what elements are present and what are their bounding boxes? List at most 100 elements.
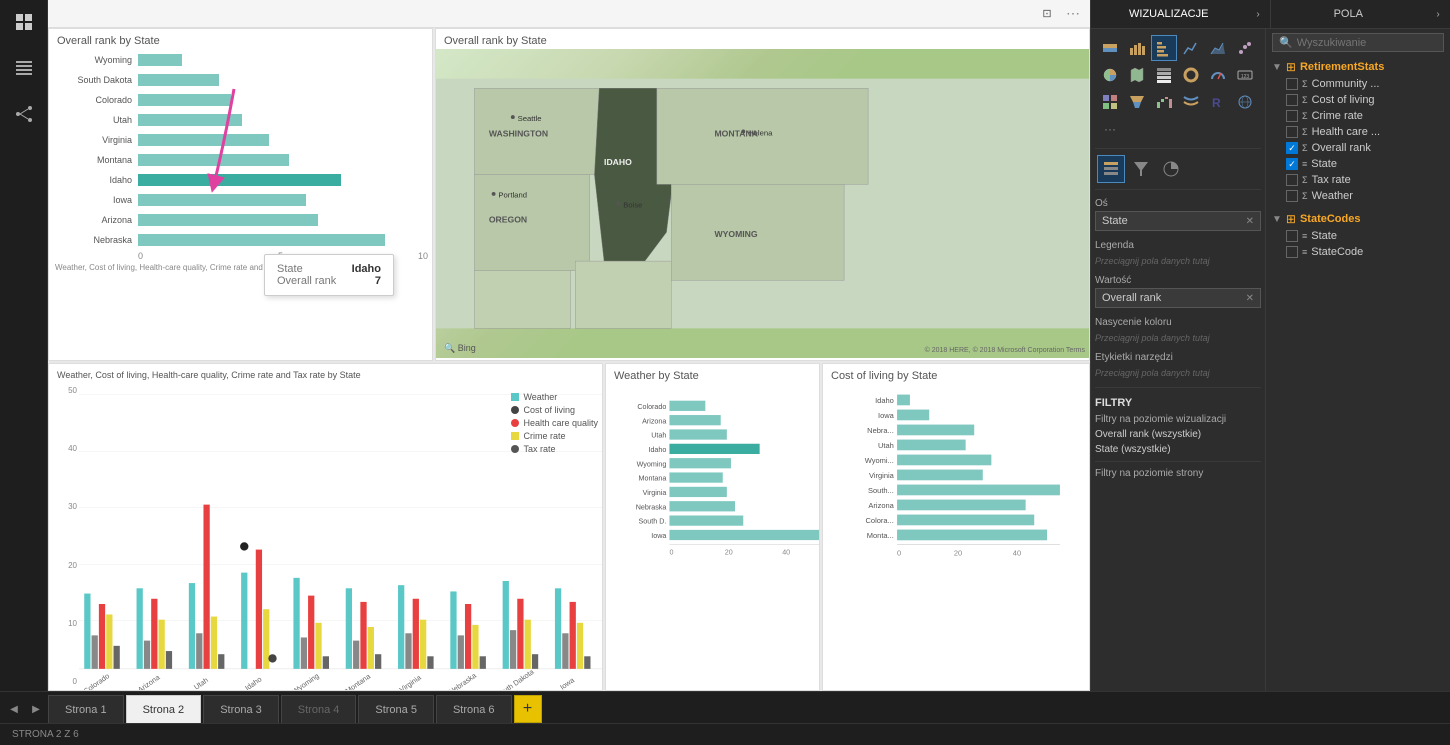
field-statecode[interactable]: ≡ StateCode	[1272, 244, 1444, 260]
field-tax-rate[interactable]: Σ Tax rate	[1272, 172, 1444, 188]
viz-icon-globe[interactable]	[1232, 89, 1258, 115]
tooltip-rank-label: Overall rank	[277, 275, 336, 287]
expand-fields-btn[interactable]: ›	[1426, 0, 1450, 28]
viz-icon-waterfall[interactable]	[1151, 89, 1177, 115]
search-input[interactable]	[1297, 37, 1437, 49]
viz-icon-card[interactable]: 123	[1232, 62, 1258, 88]
value-close-icon[interactable]: ✕	[1246, 293, 1254, 304]
checkbox-weather[interactable]	[1286, 190, 1298, 202]
tab-nav-left[interactable]: ◀	[4, 695, 24, 723]
viz-icon-scatter[interactable]	[1232, 35, 1258, 61]
checkbox-state-ret[interactable]: ✓	[1286, 158, 1298, 170]
report-icon[interactable]	[10, 8, 38, 36]
axis-section: Oś State ✕	[1095, 194, 1261, 236]
maximize-icon[interactable]: ⊡	[1038, 5, 1056, 23]
viz-icon-hbar-active[interactable]	[1151, 35, 1177, 61]
field-crime-rate[interactable]: Σ Crime rate	[1272, 108, 1444, 124]
field-weather[interactable]: Σ Weather	[1272, 188, 1444, 204]
viz-icon-donut[interactable]	[1178, 62, 1204, 88]
field-label-health: Health care ...	[1312, 126, 1380, 138]
tab-pola[interactable]: POLA	[1271, 0, 1427, 28]
color-label: Nasycenie koloru	[1095, 315, 1261, 330]
svg-text:Iowa: Iowa	[878, 411, 895, 420]
table-icon-sc: ⊞	[1286, 212, 1296, 226]
viz-icon-gauge[interactable]	[1205, 62, 1231, 88]
more-options-icon[interactable]: ⋯	[1064, 5, 1082, 23]
tab-strona3[interactable]: Strona 3	[203, 695, 279, 723]
axis-dropdown[interactable]: State ✕	[1095, 211, 1261, 231]
field-search-box[interactable]: 🔍	[1272, 33, 1444, 52]
field-group-retirement-header[interactable]: ▼ ⊞ RetirementStats	[1272, 58, 1444, 76]
svg-text:South...: South...	[868, 486, 894, 495]
viz-icon-line[interactable]	[1178, 35, 1204, 61]
field-label-statecode: StateCode	[1311, 246, 1363, 258]
field-community[interactable]: Σ Community ...	[1272, 76, 1444, 92]
field-overall-rank[interactable]: ✓ Σ Overall rank	[1272, 140, 1444, 156]
tab-strona1[interactable]: Strona 1	[48, 695, 124, 723]
viz-icon-r[interactable]: R	[1205, 89, 1231, 115]
tooltip-rank-row: Overall rank 7	[277, 275, 381, 287]
axis-label: Oś	[1095, 196, 1261, 211]
checkbox-crime[interactable]	[1286, 110, 1298, 122]
svg-text:Portland: Portland	[498, 191, 527, 200]
svg-text:Idaho: Idaho	[243, 675, 263, 690]
field-health-care[interactable]: Σ Health care ...	[1272, 124, 1444, 140]
tab-nav-right[interactable]: ▶	[26, 695, 46, 723]
expand-viz-btn[interactable]: ›	[1247, 0, 1271, 28]
svg-text:Montana: Montana	[344, 671, 373, 690]
viz-icon-matrix[interactable]	[1097, 89, 1123, 115]
viz-icon-stacked-bar[interactable]	[1097, 35, 1123, 61]
svg-text:Virginia: Virginia	[398, 672, 424, 690]
canvas-area: Overall rank by State Wyoming South Dako…	[48, 28, 1090, 691]
abc-icon-state-ret: ≡	[1302, 159, 1307, 169]
field-group-statecodes-header[interactable]: ▼ ⊞ StateCodes	[1272, 210, 1444, 228]
field-cost-living[interactable]: Σ Cost of living	[1272, 92, 1444, 108]
filter-state[interactable]: State (wszystkie)	[1095, 442, 1261, 457]
model-icon[interactable]	[10, 100, 38, 128]
analytics-icon[interactable]	[1157, 155, 1185, 183]
tab-strona4[interactable]: Strona 4	[281, 695, 357, 723]
tooltip-box: State Idaho Overall rank 7	[264, 254, 394, 296]
map-area[interactable]: Seattle Portland Helena Boise WASHINGTON…	[436, 49, 1089, 358]
filter-overall-rank[interactable]: Overall rank (wszystkie)	[1095, 427, 1261, 442]
svg-text:20: 20	[954, 548, 962, 557]
viz-icon-funnel[interactable]	[1124, 89, 1150, 115]
cost-chart-box[interactable]: Cost of living by State Idaho Iowa Nebra…	[822, 363, 1090, 691]
tab-wizualizacje[interactable]: WIZUALIZACJE	[1091, 0, 1247, 28]
viz-options-panel: 123	[1091, 29, 1266, 691]
value-dropdown[interactable]: Overall rank ✕	[1095, 288, 1261, 308]
format-icon[interactable]	[1097, 155, 1125, 183]
checkbox-overall[interactable]: ✓	[1286, 142, 1298, 154]
tab-strona6[interactable]: Strona 6	[436, 695, 512, 723]
bottom-left-chart-box[interactable]: Weather, Cost of living, Health-care qua…	[48, 363, 603, 691]
svg-text:Colorado: Colorado	[637, 403, 666, 411]
top-left-chart-box[interactable]: Overall rank by State Wyoming South Dako…	[48, 28, 433, 361]
viz-icon-table[interactable]	[1151, 62, 1177, 88]
add-tab-button[interactable]: +	[514, 695, 542, 723]
viz-icon-bar[interactable]	[1124, 35, 1150, 61]
data-icon[interactable]	[10, 54, 38, 82]
checkbox-tax[interactable]	[1286, 174, 1298, 186]
tab-strona5[interactable]: Strona 5	[358, 695, 434, 723]
filter-icon[interactable]	[1127, 155, 1155, 183]
map-box[interactable]: Overall rank by State	[435, 28, 1090, 361]
checkbox-health[interactable]	[1286, 126, 1298, 138]
svg-text:40: 40	[782, 548, 790, 556]
viz-icon-ribbon[interactable]	[1178, 89, 1204, 115]
field-state-sc[interactable]: ≡ State	[1272, 228, 1444, 244]
checkbox-statecode[interactable]	[1286, 246, 1298, 258]
tab-strona2[interactable]: Strona 2	[126, 695, 202, 723]
viz-icon-pie[interactable]	[1097, 62, 1123, 88]
axis-close-icon[interactable]: ✕	[1246, 216, 1254, 227]
field-state-retirement[interactable]: ✓ ≡ State	[1272, 156, 1444, 172]
weather-chart-box[interactable]: Weather by State Colorado Arizona Utah I…	[605, 363, 820, 691]
viz-icon-area[interactable]	[1205, 35, 1231, 61]
legend-section: Legenda Przeciągnij pola danych tutaj	[1095, 236, 1261, 271]
checkbox-state-sc[interactable]	[1286, 230, 1298, 242]
checkbox-community[interactable]	[1286, 78, 1298, 90]
svg-text:Nebraska: Nebraska	[636, 503, 667, 511]
viz-icon-map[interactable]	[1124, 62, 1150, 88]
checkbox-cost[interactable]	[1286, 94, 1298, 106]
tooltip-state-label: State	[277, 263, 303, 275]
svg-text:South Dakota: South Dakota	[494, 667, 536, 690]
